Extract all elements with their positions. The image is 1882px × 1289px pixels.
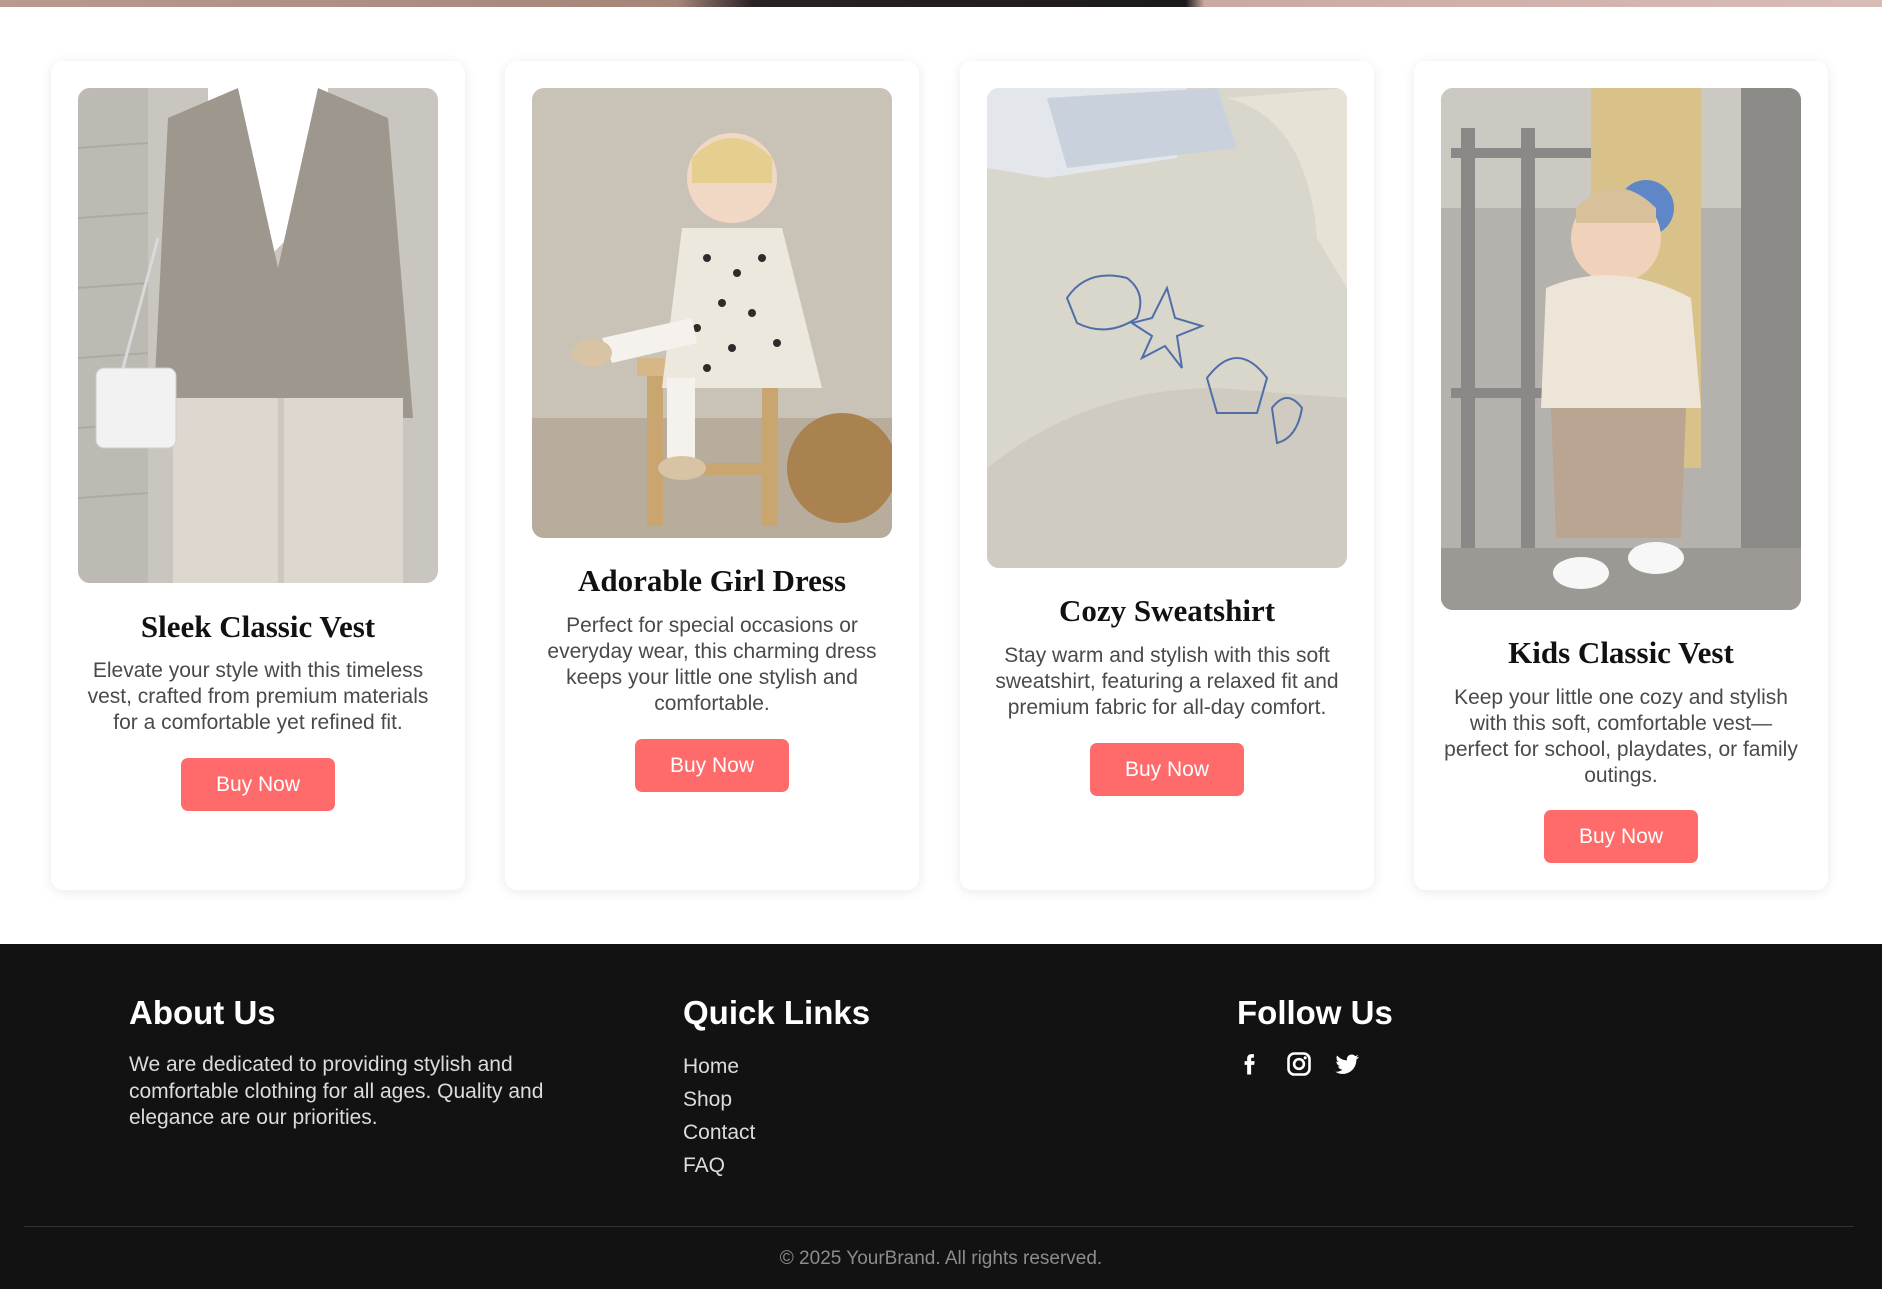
footer-links-list: Home Shop Contact FAQ	[683, 1050, 870, 1182]
copyright-text: © 2025 YourBrand. All rights reserved.	[779, 1248, 1103, 1269]
footer-link-shop[interactable]: Shop	[683, 1088, 732, 1111]
footer-link-item: Home	[683, 1050, 870, 1083]
product-image	[987, 88, 1347, 568]
product-description: Keep your little one cozy and stylish wi…	[1444, 686, 1798, 787]
hero-image-bottom-edge	[0, 0, 1882, 7]
product-image	[78, 88, 438, 583]
footer-follow-section: Follow Us	[1237, 994, 1393, 1078]
product-title: Kids Classic Vest	[1508, 635, 1734, 670]
buy-now-button[interactable]: Buy Now	[635, 739, 789, 792]
footer-link-item: FAQ	[683, 1149, 870, 1182]
product-description: Elevate your style with this timeless ve…	[87, 659, 429, 734]
footer-about-heading: About Us	[129, 994, 276, 1031]
buy-now-button[interactable]: Buy Now	[181, 758, 335, 811]
facebook-icon[interactable]	[1237, 1050, 1265, 1078]
product-title: Adorable Girl Dress	[577, 563, 847, 598]
footer-quick-links-heading: Quick Links	[683, 994, 871, 1031]
footer-quick-links-section: Quick Links Home Shop Contact FAQ	[683, 994, 870, 1182]
product-description: Perfect for special occasions or everyda…	[547, 614, 877, 715]
footer-follow-heading: Follow Us	[1237, 994, 1393, 1031]
twitter-icon[interactable]	[1333, 1050, 1361, 1078]
instagram-icon[interactable]	[1285, 1050, 1313, 1078]
product-description: Stay warm and stylish with this soft swe…	[995, 644, 1339, 719]
product-card: Sleek Classic Vest Elevate your style wi…	[51, 61, 465, 890]
footer-link-home[interactable]: Home	[683, 1055, 739, 1078]
product-card: Kids Classic Vest Keep your little one c…	[1414, 61, 1828, 890]
product-card: Cozy Sweatshirt Stay warm and stylish wi…	[960, 61, 1374, 890]
footer-about-text: We are dedicated to providing stylish an…	[129, 1053, 544, 1129]
social-links	[1237, 1050, 1393, 1078]
site-footer: About Us We are dedicated to providing s…	[0, 944, 1882, 1289]
product-card: Adorable Girl Dress Perfect for special …	[505, 61, 919, 890]
product-title: Sleek Classic Vest	[140, 609, 376, 644]
buy-now-button[interactable]: Buy Now	[1544, 810, 1698, 863]
footer-link-faq[interactable]: FAQ	[683, 1154, 725, 1177]
footer-link-contact[interactable]: Contact	[683, 1121, 755, 1144]
buy-now-button[interactable]: Buy Now	[1090, 743, 1244, 796]
footer-link-item: Shop	[683, 1083, 870, 1116]
footer-about-section: About Us We are dedicated to providing s…	[129, 994, 569, 1132]
footer-link-item: Contact	[683, 1116, 870, 1149]
product-image	[1441, 88, 1801, 610]
product-image	[532, 88, 892, 538]
footer-divider	[24, 1226, 1854, 1227]
product-title: Cozy Sweatshirt	[1058, 593, 1276, 628]
